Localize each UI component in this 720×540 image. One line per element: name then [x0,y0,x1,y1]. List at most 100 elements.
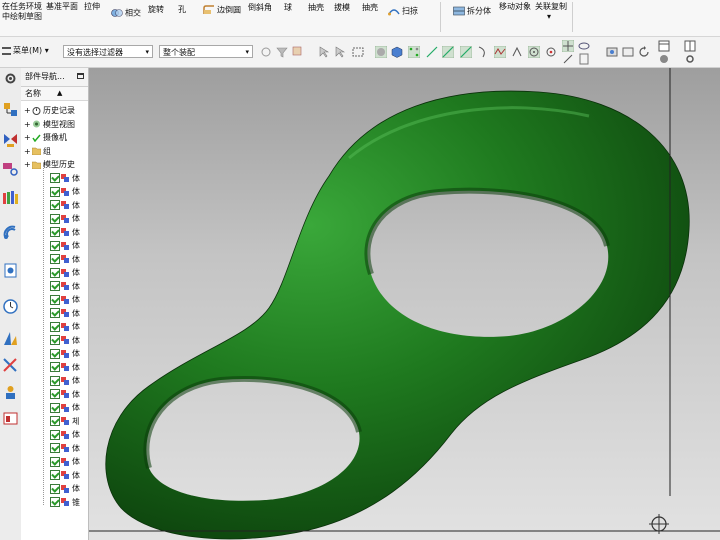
feature-row[interactable]: 体 [50,469,80,482]
feature-row[interactable]: 体 [50,347,80,360]
expand-icon[interactable]: + [24,158,32,171]
table-icon[interactable] [684,40,696,52]
visibility-checkbox[interactable] [50,497,60,507]
feature-row[interactable]: 体 [50,334,80,347]
filter-icon[interactable] [276,46,288,58]
feature-row[interactable]: 体 [50,253,80,266]
visibility-checkbox[interactable] [50,321,60,332]
graphics-viewport[interactable] [89,68,720,540]
visibility-checkbox[interactable] [50,281,60,291]
feature-row[interactable]: 体 [50,199,80,212]
extrude-button[interactable]: 拉伸 [84,2,100,12]
select-arrow-icon[interactable] [318,46,330,58]
snap-spline-icon[interactable] [494,46,506,58]
expand-icon[interactable]: + [24,118,32,131]
clock-icon[interactable] [2,298,19,315]
snap-grid-icon[interactable] [408,46,420,58]
sweep-button[interactable]: 扫掠 [388,6,418,17]
feature-row[interactable]: 体 [50,455,80,468]
model-canvas[interactable] [89,68,720,540]
selection-scope-dropdown[interactable]: 整个装配 ▾ [159,45,253,58]
datum-plane-button[interactable]: 基准平面 [46,2,78,12]
feature-row[interactable]: 锥 [50,496,80,509]
tree-node[interactable]: + 组 [24,145,51,158]
constraint-navigator-icon[interactable] [2,161,19,178]
visibility-checkbox[interactable] [50,254,60,264]
tree-node[interactable]: + 历史记录 [24,104,75,117]
shaded-view-icon[interactable] [375,46,387,58]
snap-tangent-icon[interactable] [562,53,574,65]
associative-copy-button[interactable]: 关联复制 ▾ [535,2,567,22]
feature-row[interactable]: 체 [50,415,79,428]
revolve-button[interactable]: 旋转 [148,5,164,15]
snap-center-icon[interactable] [528,46,540,58]
visibility-checkbox[interactable] [50,443,60,453]
roles-icon[interactable] [2,384,19,401]
feature-row[interactable]: 体 [50,185,80,198]
selection-filter-dropdown[interactable]: 没有选择过滤器 ▾ [63,45,153,58]
shell-extra-button[interactable]: 抽壳 [362,3,378,13]
expand-icon[interactable]: + [24,131,32,144]
feature-row[interactable]: 体 [50,320,80,333]
shell-button[interactable]: 抽壳 [308,3,324,13]
visibility-checkbox[interactable] [50,213,60,224]
feature-row[interactable]: 体 [50,482,80,495]
expand-icon[interactable]: + [24,145,32,158]
visibility-checkbox[interactable] [50,308,60,318]
general-select-icon[interactable] [292,46,304,58]
feature-row[interactable]: 体 [50,428,80,441]
render-style-icon[interactable] [658,53,670,65]
web-browser-icon[interactable] [2,224,19,241]
snap-list-icon[interactable] [578,53,590,65]
visibility-checkbox[interactable] [50,416,60,426]
visibility-checkbox[interactable] [50,240,60,251]
menu-button[interactable]: 菜单(M) ▾ [2,45,49,56]
visibility-checkbox[interactable] [50,429,60,440]
box-select-icon[interactable] [352,46,364,58]
visibility-checkbox[interactable] [50,348,60,359]
gear-icon[interactable] [2,70,19,87]
visibility-checkbox[interactable] [50,375,60,386]
tree-node[interactable]: + 模型历史 [24,158,75,171]
move-object-button[interactable]: 移动对象 [499,2,531,12]
history-palette-icon[interactable] [2,262,19,279]
visibility-checkbox[interactable] [50,227,60,237]
snap-quadrant-icon[interactable] [545,46,557,58]
feature-row[interactable]: 体 [50,293,80,306]
process-studio-icon[interactable] [2,330,19,347]
feature-row[interactable]: 体 [50,361,80,374]
expand-icon[interactable]: + [24,104,32,117]
view-window-icon[interactable] [622,46,634,58]
visibility-checkbox[interactable] [50,389,60,399]
sphere-button[interactable]: 球 [284,3,292,13]
chamfer-button[interactable]: 倒斜角 [248,3,272,13]
edge-blend-button[interactable]: 边倒圆 [203,5,241,16]
snap-line-icon[interactable] [442,46,454,58]
intersect-button[interactable]: 相交 [111,8,141,19]
feature-row[interactable]: 体 [50,226,80,239]
feature-row[interactable]: 体 [50,239,80,252]
sketch-in-task-button[interactable]: 在任务环境 中绘制草图 [2,2,42,22]
snap-icon[interactable] [260,46,272,58]
visibility-checkbox[interactable] [50,470,60,480]
settings-icon[interactable] [684,53,696,65]
select-arrow-alt-icon[interactable] [334,46,346,58]
feature-row[interactable]: 体 [50,442,80,455]
visibility-checkbox[interactable] [50,483,60,494]
feature-row[interactable]: 体 [50,266,80,279]
maximize-icon[interactable] [77,73,84,79]
system-scene-icon[interactable] [2,410,19,427]
cube-icon[interactable] [391,46,403,58]
visibility-checkbox[interactable] [50,402,60,413]
manufacturing-wizard-icon[interactable] [2,357,19,374]
feature-row[interactable]: 体 [50,307,80,320]
visibility-checkbox[interactable] [50,335,60,345]
feature-row[interactable]: 体 [50,388,80,401]
feature-row[interactable]: 体 [50,172,80,185]
visibility-checkbox[interactable] [50,294,60,305]
snap-curve-icon[interactable] [477,46,489,58]
snap-midpoint-icon[interactable] [460,46,472,58]
visibility-checkbox[interactable] [50,362,60,372]
rotate-icon[interactable] [638,46,650,58]
reuse-library-icon[interactable] [2,189,19,206]
